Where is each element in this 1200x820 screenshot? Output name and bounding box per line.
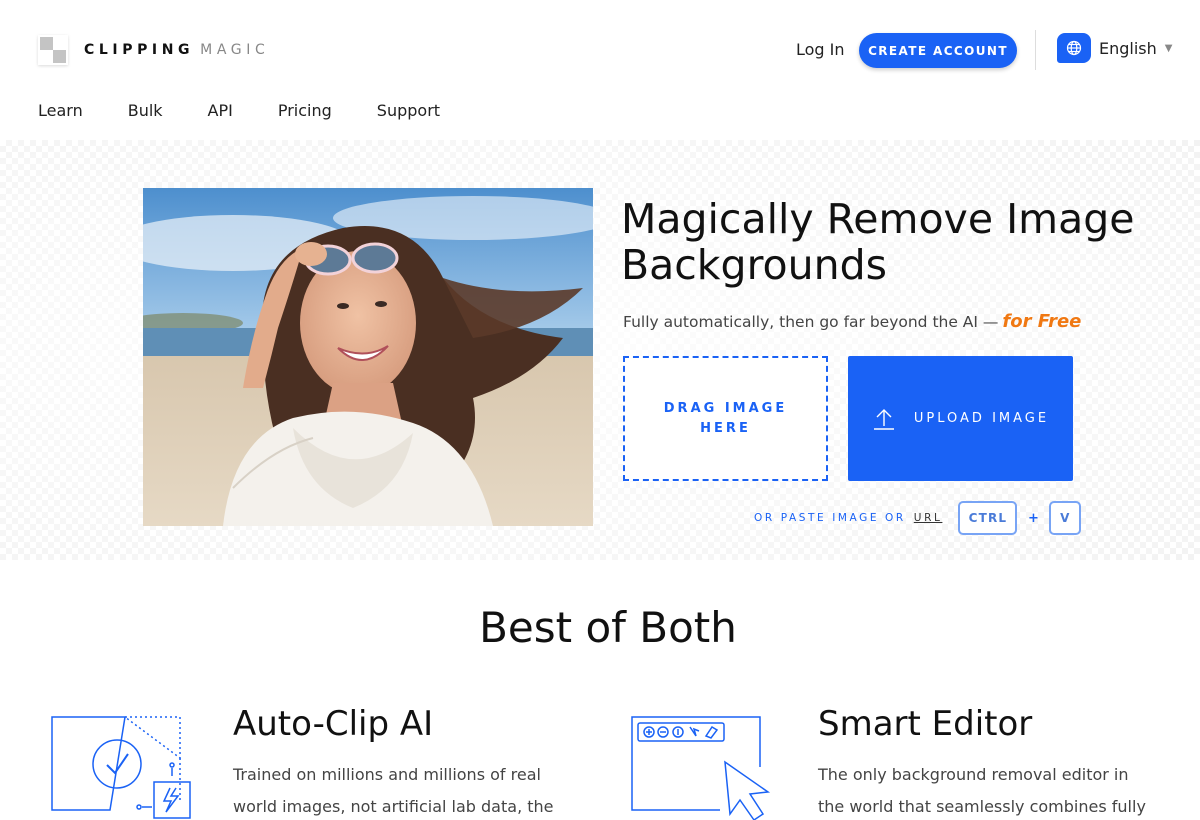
feature-desc-smarteditor: The only background removal editor in th… <box>818 765 1146 816</box>
feature-title-autoclip: Auto-Clip AI <box>233 704 434 744</box>
v-key: V <box>1049 501 1082 535</box>
paste-text: OR PASTE IMAGE OR <box>754 512 906 524</box>
login-link[interactable]: Log In <box>796 40 845 59</box>
feature-title-smarteditor: Smart Editor <box>818 704 1033 744</box>
plus-sign: + <box>1027 510 1039 526</box>
feature-desc-autoclip: Trained on millions and millions of real… <box>233 765 554 816</box>
hero-example-image <box>143 188 593 526</box>
logo[interactable]: CLIPPING MAGIC <box>38 35 269 65</box>
upload-label: UPLOAD IMAGE <box>913 411 1050 426</box>
logo-bold: CLIPPING <box>84 42 195 58</box>
logo-text: CLIPPING MAGIC <box>84 42 269 58</box>
hero-subtitle: Fully automatically, then go far beyond … <box>623 311 1081 332</box>
nav-item-support[interactable]: Support <box>377 101 440 120</box>
language-label: English <box>1099 38 1157 58</box>
nav-item-bulk[interactable]: Bulk <box>128 101 163 120</box>
nav-item-api[interactable]: API <box>208 101 233 120</box>
free-emphasis: for Free <box>1002 311 1082 332</box>
ctrl-key: CTRL <box>958 501 1018 535</box>
create-account-button[interactable]: CREATE ACCOUNT <box>859 33 1017 68</box>
globe-icon <box>1057 33 1091 63</box>
paste-hint-row: OR PASTE IMAGE OR URL CTRL + V <box>754 501 1082 535</box>
drag-drop-zone[interactable]: DRAG IMAGE HERE <box>623 356 828 481</box>
language-selector[interactable]: English ▼ <box>1057 33 1172 63</box>
paste-hint-text: OR PASTE IMAGE OR URL <box>754 512 942 524</box>
nav-item-pricing[interactable]: Pricing <box>278 101 332 120</box>
drag-label: DRAG IMAGE HERE <box>663 400 788 436</box>
auto-clip-icon <box>50 712 195 820</box>
hero-subtitle-text: Fully automatically, then go far beyond … <box>623 313 999 331</box>
nav-item-learn[interactable]: Learn <box>38 101 83 120</box>
header-divider <box>1035 30 1036 70</box>
section-title: Best of Both <box>479 603 737 652</box>
logo-light: MAGIC <box>200 42 270 58</box>
upload-image-button[interactable]: UPLOAD IMAGE <box>848 356 1073 481</box>
logo-mark-icon <box>38 35 68 65</box>
chevron-down-icon: ▼ <box>1164 42 1173 54</box>
main-nav: Learn Bulk API Pricing Support <box>38 101 485 120</box>
upload-arrow-icon <box>873 408 894 430</box>
paste-url-link[interactable]: URL <box>914 512 943 524</box>
hero-title: Magically Remove Image Backgrounds <box>621 195 1135 289</box>
smart-editor-icon <box>630 712 780 820</box>
